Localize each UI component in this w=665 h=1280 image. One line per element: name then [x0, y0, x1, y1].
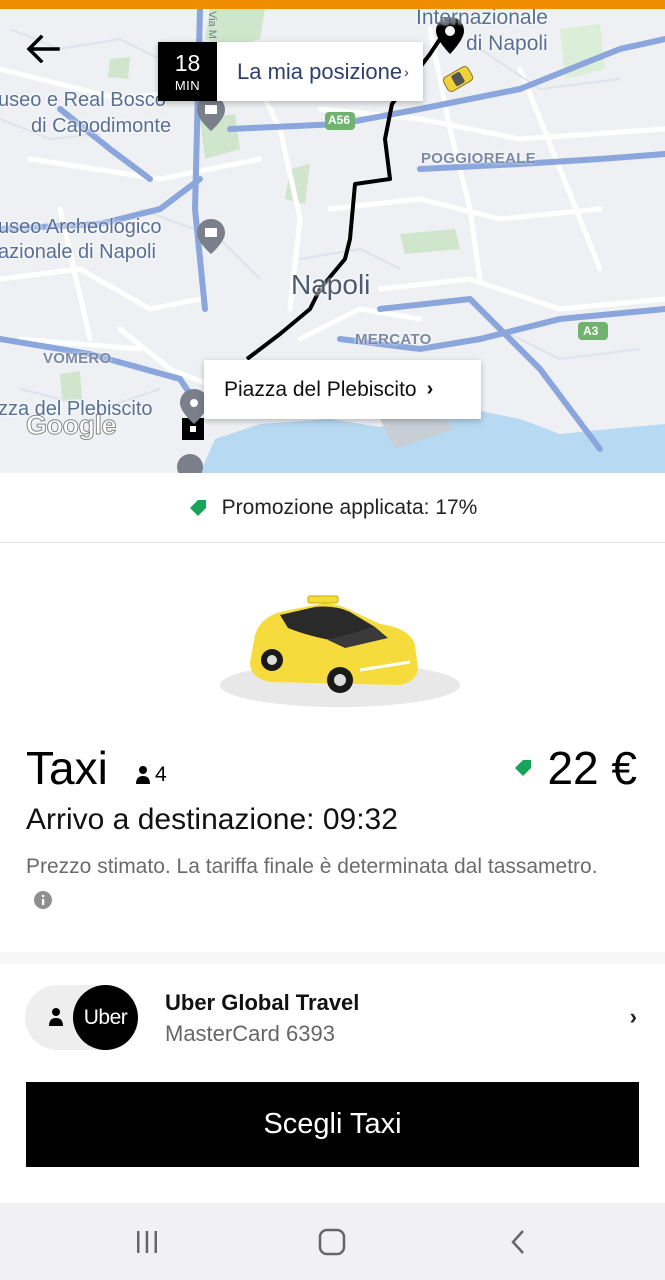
- info-icon[interactable]: [34, 884, 52, 921]
- chevron-right-icon: ›: [426, 378, 434, 400]
- map-label-internazionale: Internazionale: [416, 9, 548, 29]
- eta-unit: MIN: [174, 77, 201, 93]
- tag-icon: [188, 498, 208, 518]
- promo-text: Promozione applicata: 17%: [221, 495, 478, 519]
- map-label-vomero: VOMERO: [43, 350, 112, 367]
- tag-icon: [513, 758, 533, 778]
- map-label-museo-archeologico: useo Archeologico: [0, 216, 162, 238]
- section-divider: [0, 952, 665, 964]
- person-icon: [136, 766, 150, 784]
- product-name: Taxi: [26, 742, 108, 794]
- capacity: 4: [135, 763, 167, 787]
- home-icon: [318, 1228, 346, 1256]
- promo-banner: Promozione applicata: 17%: [0, 473, 665, 543]
- map-label-poggioreale: POGGIOREALE: [421, 150, 536, 167]
- back-button[interactable]: [20, 29, 66, 69]
- map-label-nazionale-napoli: azionale di Napoli: [0, 241, 156, 263]
- capacity-count: 4: [155, 763, 167, 786]
- price-value: 22 €: [547, 742, 637, 794]
- map-label-di-napoli: di Napoli: [466, 32, 548, 55]
- map-label-a56: A56: [328, 113, 351, 127]
- choose-taxi-button[interactable]: Scegli Taxi: [26, 1082, 639, 1167]
- google-logo: Google: [26, 410, 118, 441]
- android-nav-bar: [0, 1203, 665, 1280]
- route-map[interactable]: Internazionale di Napoli useo e Real Bos…: [0, 9, 665, 473]
- map-label-a3: A3: [583, 324, 599, 338]
- home-button[interactable]: [302, 1225, 362, 1259]
- map-label-capodimonte: di Capodimonte: [31, 115, 172, 137]
- price-disclaimer: Prezzo stimato. La tariffa finale è dete…: [26, 848, 606, 922]
- payment-card-label: MasterCard 6393: [165, 1021, 335, 1046]
- recent-apps-button[interactable]: [117, 1225, 177, 1259]
- arrow-left-icon: [26, 35, 60, 63]
- person-icon: [49, 1008, 63, 1026]
- chevron-right-icon: ›: [629, 1004, 637, 1029]
- eta-minutes: 18: [174, 49, 201, 76]
- origin-label: La mia posizione: [237, 58, 403, 84]
- recent-apps-icon: [137, 1231, 157, 1253]
- profile-toggle[interactable]: Uber: [25, 985, 138, 1050]
- destination-card[interactable]: Piazza del Plebiscito ›: [204, 360, 481, 419]
- arrival-time: Arrivo a destinazione: 09:32: [26, 803, 398, 836]
- destination-label: Piazza del Plebiscito: [224, 377, 417, 401]
- system-back-button[interactable]: [488, 1225, 548, 1259]
- eta-badge: 18 MIN: [158, 42, 217, 101]
- price: 22 €: [513, 742, 637, 794]
- payment-method-row[interactable]: Uber Uber Global Travel MasterCard 6393 …: [0, 964, 665, 1068]
- origin-label-box: La mia posizione ›: [217, 42, 423, 101]
- disclaimer-text: Prezzo stimato. La tariffa finale è dete…: [26, 855, 598, 878]
- taxi-marker-icon: [442, 66, 474, 92]
- payment-profile-title: Uber Global Travel: [165, 990, 360, 1015]
- map-label-mercato: MERCATO: [355, 331, 432, 348]
- chevron-left-icon: [511, 1230, 524, 1254]
- map-label-napoli: Napoli: [291, 269, 371, 300]
- map-label-via: Via M: [206, 11, 218, 39]
- uber-badge: Uber: [73, 985, 138, 1050]
- status-bar: [0, 0, 665, 9]
- chevron-right-icon: ›: [404, 63, 409, 80]
- taxi-car-image: [210, 590, 460, 715]
- map-label-museo-real-bosco: useo e Real Bosco: [0, 89, 166, 111]
- pickup-eta-card[interactable]: 18 MIN La mia posizione ›: [158, 42, 423, 101]
